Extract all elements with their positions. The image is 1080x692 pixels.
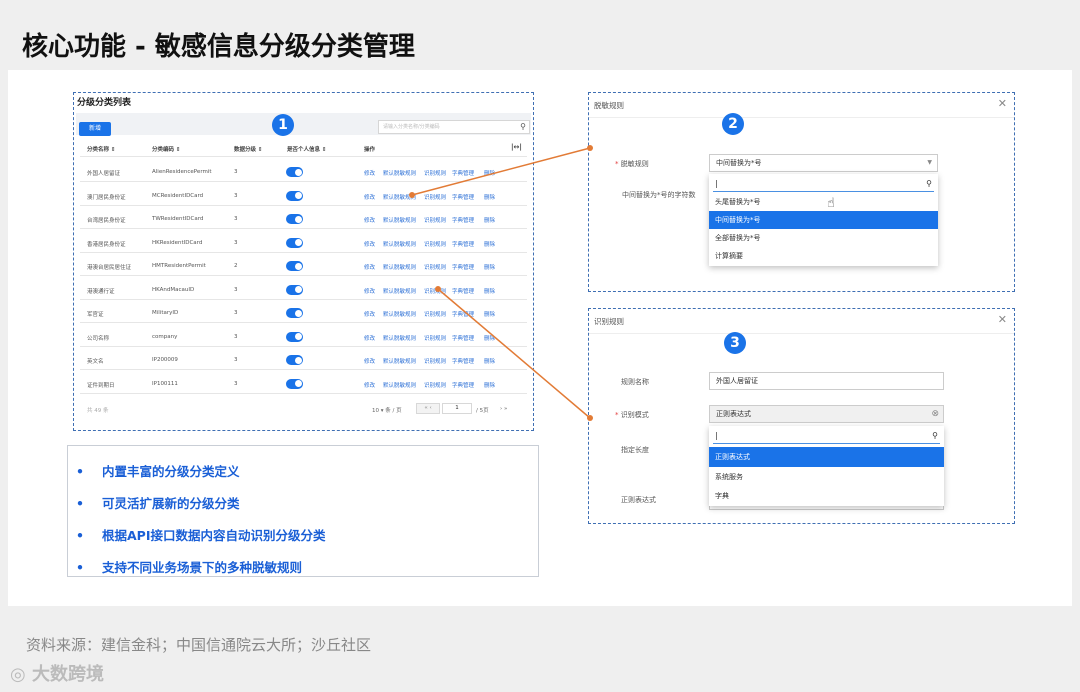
connector-dot [409,192,415,198]
logo-text: 大数跨境 [31,664,104,685]
connector-dot [435,286,441,292]
source-note: 资料来源：建信金科；中国信通院云大所；沙丘社区 [26,636,372,654]
watermark-logo: ◎ 大数跨境 [10,664,104,685]
connector-lines [409,145,593,421]
connector-dot [587,145,593,151]
connector-line-3 [437,288,591,419]
connector-dot [587,415,593,421]
connector-line-2 [411,147,591,196]
